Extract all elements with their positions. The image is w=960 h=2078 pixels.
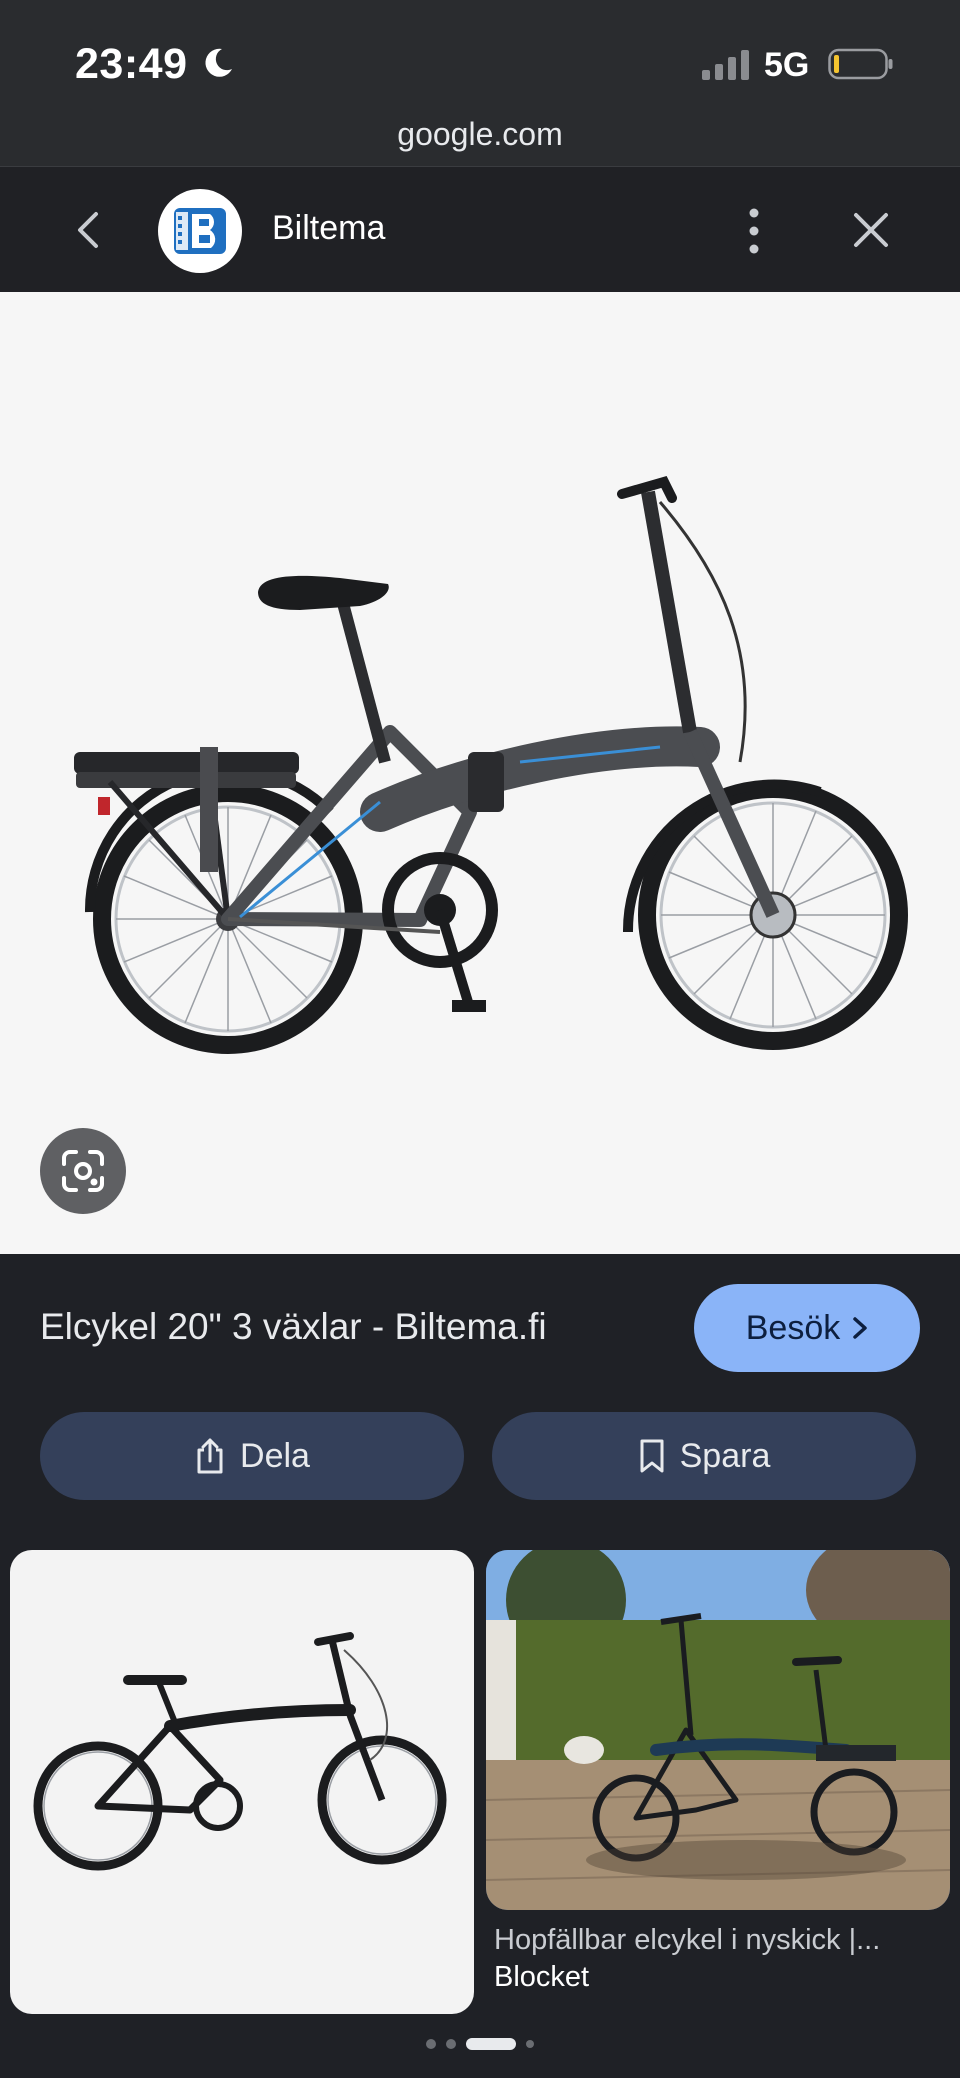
back-icon <box>78 212 98 248</box>
pager-dot-active[interactable] <box>466 2038 516 2050</box>
more-options-button[interactable] <box>736 205 772 257</box>
lens-icon <box>62 1150 104 1192</box>
battery-icon <box>828 48 893 80</box>
share-button[interactable]: Dela <box>40 1412 464 1500</box>
pager-dot[interactable] <box>426 2039 436 2049</box>
pager-dot[interactable] <box>446 2039 456 2049</box>
back-button[interactable] <box>68 207 108 253</box>
page-header: Biltema <box>0 166 960 292</box>
related-card-source: Blocket <box>494 1961 590 1993</box>
related-card[interactable] <box>10 1550 474 2014</box>
share-icon <box>197 1438 223 1474</box>
result-title[interactable]: Elcykel 20" 3 växlar - Biltema.fi <box>40 1306 547 1348</box>
save-label: Spara <box>679 1436 771 1475</box>
carousel-pager <box>0 2038 960 2050</box>
main-product-image[interactable] <box>0 292 960 1254</box>
outdoor-bike-photo <box>486 1550 950 1910</box>
status-time: 23:49 <box>75 40 188 88</box>
save-button[interactable]: Spara <box>492 1412 916 1500</box>
related-bicycle-image <box>33 1632 447 1871</box>
more-vert-icon <box>749 208 759 254</box>
bicycle-image <box>74 476 908 1054</box>
share-label: Dela <box>240 1436 310 1475</box>
pager-dot[interactable] <box>526 2040 534 2048</box>
close-button[interactable] <box>848 207 894 253</box>
url-text: google.com <box>397 116 563 152</box>
biltema-logo <box>158 189 242 273</box>
network-label: 5G <box>764 46 810 84</box>
signal-icon <box>702 50 749 80</box>
status-bar: 23:49 5G <box>0 0 960 116</box>
related-card[interactable]: Hopfällbar elcykel i nyskick |... Blocke… <box>486 1550 950 1994</box>
url-bar[interactable]: google.com <box>0 116 960 166</box>
chevron-right-icon <box>853 1317 867 1339</box>
related-photo <box>486 1550 950 1910</box>
visit-label: Besök <box>745 1308 841 1347</box>
google-lens-button[interactable] <box>40 1128 126 1214</box>
close-icon <box>854 213 888 247</box>
moon-icon <box>205 48 232 77</box>
related-card-caption: Hopfällbar elcykel i nyskick |... <box>494 1924 881 1956</box>
visit-button[interactable]: Besök <box>694 1284 920 1372</box>
bookmark-icon <box>640 1439 664 1473</box>
site-name: Biltema <box>272 209 386 247</box>
